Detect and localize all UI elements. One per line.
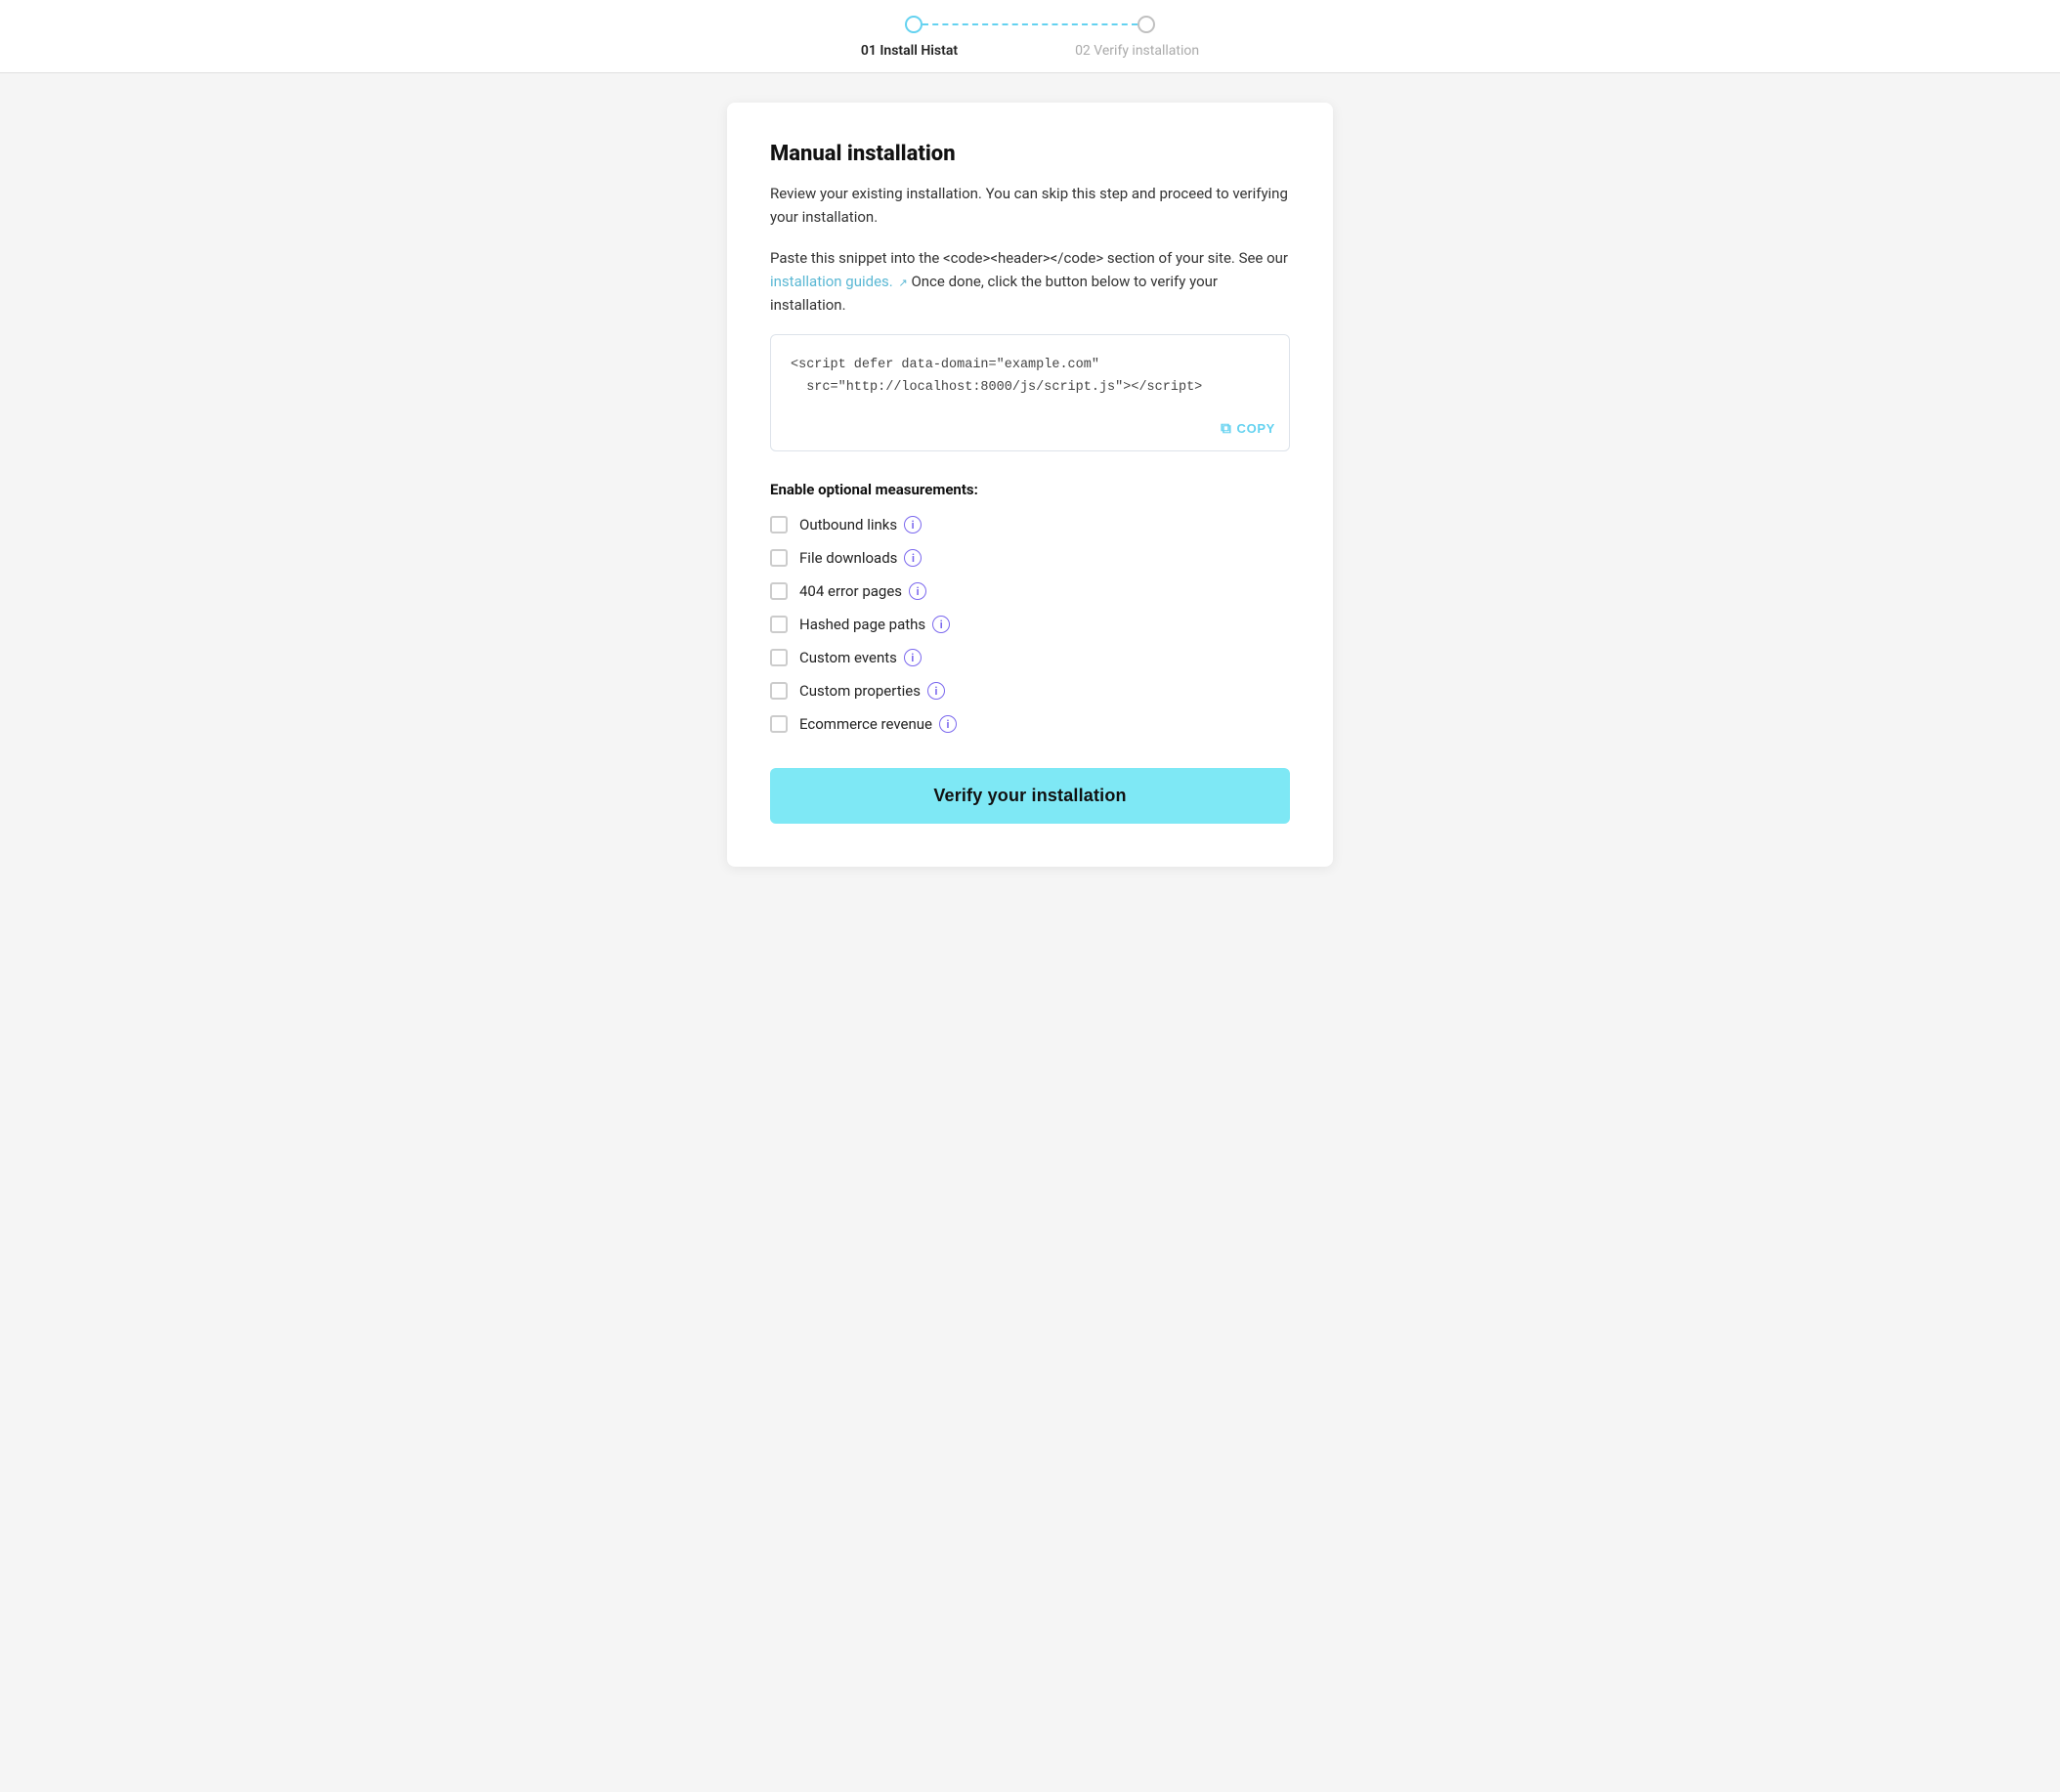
measurements-title: Enable optional measurements: (770, 481, 1290, 498)
stepper (905, 16, 1155, 33)
error-pages-label[interactable]: 404 error pages i (799, 582, 926, 600)
copy-button[interactable]: ⧉ COPY (1221, 420, 1275, 437)
description-paragraph-2: Paste this snippet into the <code><heade… (770, 246, 1290, 317)
ecommerce-revenue-checkbox[interactable] (770, 715, 788, 733)
list-item: 404 error pages i (770, 582, 1290, 600)
step-labels: 01 Install Histat 02 Verify installation (861, 43, 1199, 59)
code-block-wrapper: <script defer data-domain="example.com" … (770, 334, 1290, 451)
page-title: Manual installation (770, 142, 1290, 166)
top-bar: 01 Install Histat 02 Verify installation (0, 0, 2060, 73)
error-pages-checkbox[interactable] (770, 582, 788, 600)
list-item: Ecommerce revenue i (770, 715, 1290, 733)
page-wrapper: 01 Install Histat 02 Verify installation… (0, 0, 2060, 1792)
hashed-paths-info-icon[interactable]: i (932, 616, 950, 633)
step2-circle (1137, 16, 1155, 33)
step2-label: 02 Verify installation (1075, 43, 1199, 59)
checkbox-list: Outbound links i File downloads i 404 er… (770, 516, 1290, 733)
hashed-paths-label[interactable]: Hashed page paths i (799, 616, 950, 633)
list-item: Hashed page paths i (770, 616, 1290, 633)
custom-events-info-icon[interactable]: i (904, 649, 922, 666)
copy-label: COPY (1237, 421, 1275, 436)
custom-events-checkbox[interactable] (770, 649, 788, 666)
main-content-card: Manual installation Review your existing… (727, 103, 1333, 867)
custom-properties-checkbox[interactable] (770, 682, 788, 700)
description-paragraph-1: Review your existing installation. You c… (770, 182, 1290, 229)
file-downloads-info-icon[interactable]: i (904, 549, 922, 567)
ecommerce-revenue-label[interactable]: Ecommerce revenue i (799, 715, 957, 733)
copy-icon: ⧉ (1221, 420, 1231, 437)
error-pages-info-icon[interactable]: i (909, 582, 926, 600)
external-link-icon: ↗ (899, 275, 908, 292)
custom-properties-info-icon[interactable]: i (927, 682, 945, 700)
ecommerce-revenue-info-icon[interactable]: i (939, 715, 957, 733)
step1-label: 01 Install Histat (861, 43, 958, 59)
outbound-links-label[interactable]: Outbound links i (799, 516, 922, 533)
installation-guides-link[interactable]: installation guides. ↗ (770, 273, 911, 290)
custom-events-label[interactable]: Custom events i (799, 649, 922, 666)
code-snippet: <script defer data-domain="example.com" … (791, 355, 1269, 400)
list-item: Outbound links i (770, 516, 1290, 533)
outbound-links-checkbox[interactable] (770, 516, 788, 533)
step1-circle (905, 16, 923, 33)
list-item: Custom events i (770, 649, 1290, 666)
outbound-links-info-icon[interactable]: i (904, 516, 922, 533)
list-item: File downloads i (770, 549, 1290, 567)
file-downloads-checkbox[interactable] (770, 549, 788, 567)
custom-properties-label[interactable]: Custom properties i (799, 682, 945, 700)
list-item: Custom properties i (770, 682, 1290, 700)
step-line (923, 23, 1137, 25)
hashed-paths-checkbox[interactable] (770, 616, 788, 633)
file-downloads-label[interactable]: File downloads i (799, 549, 922, 567)
verify-installation-button[interactable]: Verify your installation (770, 768, 1290, 824)
